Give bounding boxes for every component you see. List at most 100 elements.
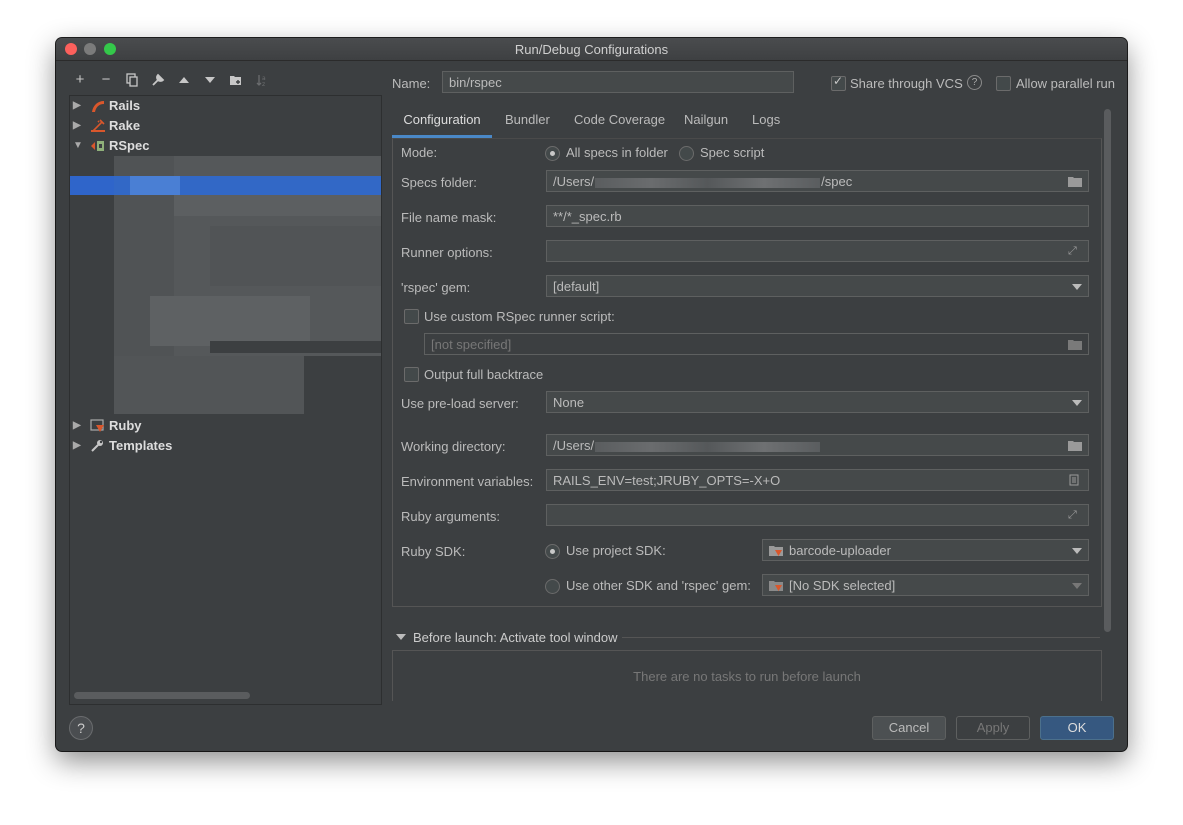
share-vcs-checkbox[interactable] <box>831 74 846 91</box>
rails-icon <box>92 101 104 112</box>
tab-nailgun[interactable]: Nailgun <box>684 108 728 138</box>
specs-folder-suffix: /spec <box>821 174 853 189</box>
before-launch-list[interactable]: There are no tasks to run before launch <box>392 650 1102 701</box>
spec-script-label: Spec script <box>700 145 765 160</box>
collapse-arrow-icon[interactable]: ▼ <box>73 136 83 156</box>
rspec-gem-select[interactable]: [default] <box>546 275 1089 297</box>
other-sdk-radio[interactable] <box>545 579 560 594</box>
tree-item-label: Rails <box>109 98 141 113</box>
chevron-down-icon <box>1072 583 1082 589</box>
ok-button[interactable]: OK <box>1040 716 1114 740</box>
svg-text:z: z <box>262 81 265 87</box>
expand-arrow-icon[interactable]: ▶ <box>73 96 83 116</box>
expand-arrow-icon[interactable]: ▶ <box>73 436 83 456</box>
rake-icon <box>91 119 105 132</box>
folder-icon[interactable] <box>1068 338 1082 350</box>
add-icon[interactable]: + <box>70 70 90 90</box>
env-vars-value: RAILS_ENV=test;JRUBY_OPTS=-X+O <box>553 473 781 488</box>
custom-runner-checkbox[interactable] <box>404 309 419 324</box>
custom-runner-label: Use custom RSpec runner script: <box>424 309 615 324</box>
folder-icon[interactable] <box>1068 175 1082 187</box>
document-icon[interactable] <box>1068 474 1082 486</box>
sort-icon[interactable]: az <box>252 70 272 90</box>
sdk-folder-icon <box>769 546 783 556</box>
ruby-args-input[interactable]: ⤢ <box>546 504 1089 526</box>
file-mask-input[interactable]: **/*_spec.rb <box>546 205 1089 227</box>
backtrace-label: Output full backtrace <box>424 367 544 382</box>
wrench-icon <box>91 440 103 452</box>
tree-item-label: Rake <box>109 118 141 133</box>
env-vars-input[interactable]: RAILS_ENV=test;JRUBY_OPTS=-X+O <box>546 469 1089 491</box>
project-sdk-value: barcode-uploader <box>789 543 891 558</box>
project-sdk-radio[interactable] <box>545 544 560 559</box>
all-specs-radio[interactable] <box>545 146 560 161</box>
working-dir-input[interactable]: /Users/ <box>546 434 1089 456</box>
runner-options-input[interactable]: ⤢ <box>546 240 1089 262</box>
before-launch-empty: There are no tasks to run before launch <box>633 669 861 684</box>
rspec-gem-label: 'rspec' gem: <box>401 280 471 295</box>
wrench-icon[interactable] <box>148 70 168 90</box>
expand-icon[interactable]: ⤢ <box>1068 509 1082 521</box>
runner-options-label: Runner options: <box>401 245 493 260</box>
mode-label: Mode: <box>401 145 438 160</box>
working-dir-prefix: /Users/ <box>553 438 595 453</box>
expand-arrow-icon[interactable]: ▶ <box>73 416 83 436</box>
ruby-icon <box>90 419 104 432</box>
chevron-down-icon <box>1072 400 1082 406</box>
vertical-scrollbar[interactable] <box>1104 109 1111 632</box>
copy-icon[interactable] <box>122 70 142 90</box>
specs-folder-input[interactable]: /Users/ /spec <box>546 170 1089 192</box>
spec-script-radio[interactable] <box>679 146 694 161</box>
apply-button[interactable]: Apply <box>956 716 1030 740</box>
tab-logs[interactable]: Logs <box>752 108 780 138</box>
ruby-sdk-label: Ruby SDK: <box>401 544 466 559</box>
all-specs-label: All specs in folder <box>566 145 668 160</box>
expand-icon[interactable]: ⤢ <box>1068 245 1082 257</box>
sdk-folder-icon <box>769 581 783 591</box>
backtrace-checkbox[interactable] <box>404 367 419 382</box>
custom-runner-value: [not specified] <box>431 337 512 352</box>
obscured-config-list[interactable] <box>70 156 381 416</box>
rspec-gem-value: [default] <box>553 279 600 294</box>
preload-value: None <box>553 395 585 410</box>
other-sdk-select[interactable]: [No SDK selected] <box>762 574 1089 596</box>
cancel-button[interactable]: Cancel <box>872 716 946 740</box>
tab-configuration[interactable]: Configuration <box>392 108 492 138</box>
new-folder-icon[interactable] <box>226 70 246 90</box>
env-vars-label: Environment variables: <box>401 474 534 489</box>
folder-icon[interactable] <box>1068 439 1082 451</box>
tree-item-label: RSpec <box>109 138 150 153</box>
tab-bundler[interactable]: Bundler <box>505 108 550 138</box>
chevron-down-icon <box>1072 284 1082 290</box>
preload-label: Use pre-load server: <box>401 396 519 411</box>
tree-item-label: Ruby <box>109 418 142 433</box>
arrow-up-icon[interactable] <box>174 70 194 90</box>
window-title: Run/Debug Configurations <box>514 42 669 57</box>
arrow-down-icon[interactable] <box>200 70 220 90</box>
remove-icon[interactable]: − <box>96 70 116 90</box>
tree-item-label: Templates <box>109 438 173 453</box>
expand-arrow-icon[interactable]: ▶ <box>73 116 83 136</box>
collapse-arrow-icon[interactable] <box>396 634 406 640</box>
before-launch-label[interactable]: Before launch: Activate tool window <box>413 630 618 645</box>
name-label: Name: <box>392 76 431 91</box>
preload-select[interactable]: None <box>546 391 1089 413</box>
parallel-run-checkbox[interactable] <box>996 76 1011 91</box>
redacted-path <box>595 441 821 452</box>
file-mask-label: File name mask: <box>401 210 497 225</box>
name-input[interactable]: bin/rspec <box>442 71 794 93</box>
project-sdk-label: Use project SDK: <box>566 543 666 558</box>
tree-horizontal-scrollbar[interactable] <box>74 692 250 699</box>
specs-folder-label: Specs folder: <box>401 175 477 190</box>
specs-folder-prefix: /Users/ <box>553 174 595 189</box>
other-sdk-value: [No SDK selected] <box>789 578 896 593</box>
help-icon[interactable]: ? <box>967 75 982 90</box>
divider <box>622 637 1100 638</box>
parallel-run-label: Allow parallel run <box>1016 76 1115 91</box>
help-button[interactable]: ? <box>69 716 93 740</box>
chevron-down-icon <box>1072 548 1082 554</box>
custom-runner-input[interactable]: [not specified] <box>424 333 1089 355</box>
config-tree[interactable]: ▶ Rails ▶ Rake ▼ RSpec ▶ Ruby ▶ Template… <box>69 95 382 705</box>
project-sdk-select[interactable]: barcode-uploader <box>762 539 1089 561</box>
tab-code-coverage[interactable]: Code Coverage <box>574 108 665 138</box>
